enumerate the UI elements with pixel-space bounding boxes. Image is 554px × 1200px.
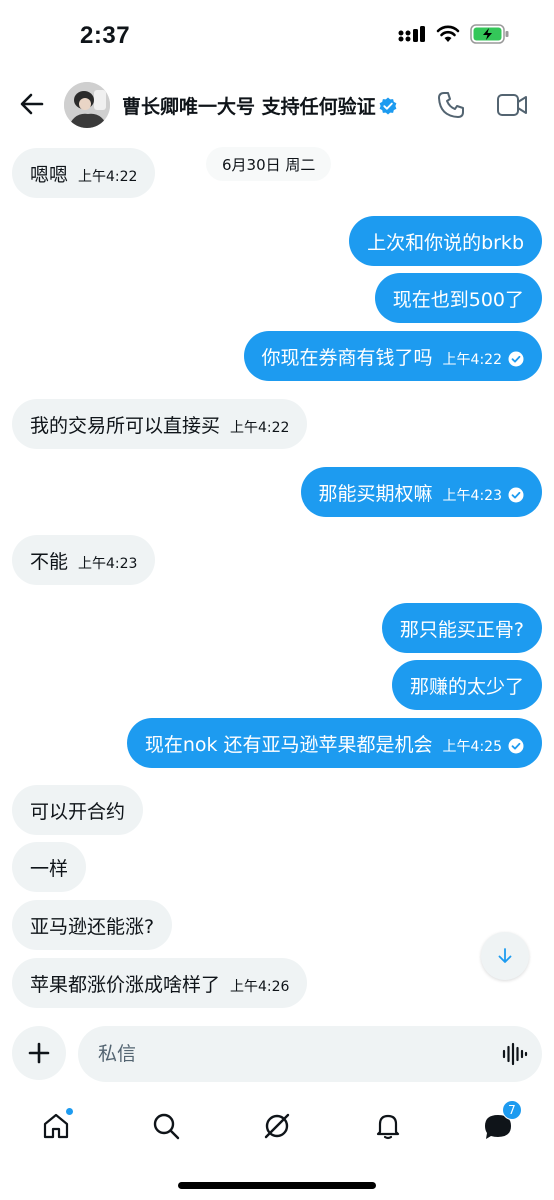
contact-avatar[interactable] [64,82,110,128]
message-bubble-outgoing[interactable]: 你现在券商有钱了吗 上午4:22 [243,331,542,381]
grok-icon [264,1113,290,1139]
messages-badge: 7 [502,1100,522,1120]
battery-charging-icon [470,24,509,44]
arrow-down-icon [498,948,512,963]
contact-name-row[interactable]: 曹长卿唯一大号 支持任何验证 [122,92,397,119]
message-bubble-incoming[interactable]: 我的交易所可以直接买 上午4:22 [12,399,308,449]
message-time: 上午4:22 [230,420,290,436]
message-text: 不能 [30,550,69,573]
message-bubble-outgoing[interactable]: 那能买期权嘛 上午4:23 [300,467,542,517]
message-bubble-incoming[interactable]: 亚马逊还能涨? [12,900,173,950]
avatar-photo-icon [64,82,110,128]
contact-name: 曹长卿唯一大号 支持任何验证 [122,96,376,118]
phone-icon [438,92,464,118]
back-button[interactable] [14,86,50,122]
message-time: 上午4:22 [442,352,502,368]
message-bubble-incoming[interactable]: 不能 上午4:23 [12,535,156,585]
waveform-icon [502,1042,528,1066]
message-time: 上午4:23 [78,556,138,572]
message-input[interactable] [98,1026,478,1082]
message-text: 你现在券商有钱了吗 [261,346,433,369]
plus-icon [28,1042,50,1064]
read-receipt-icon [508,487,524,503]
bottom-navigation: 7 [0,1098,554,1158]
search-icon [153,1113,180,1140]
verified-badge-icon [379,97,397,115]
status-time: 2:37 [80,22,131,49]
voice-call-button[interactable] [436,90,466,124]
voice-message-button[interactable] [502,1042,528,1070]
back-arrow-icon [20,93,44,115]
read-receipt-icon [508,351,524,367]
message-text: 我的交易所可以直接买 [30,414,221,437]
message-bubble-incoming[interactable]: 苹果都涨价涨成啥样了 上午4:26 [12,958,308,1008]
message-text: 现在也到500了 [392,288,524,311]
message-bubble-outgoing[interactable]: 那只能买正骨? [381,603,542,653]
nav-messages[interactable]: 7 [478,1100,522,1146]
video-camera-icon [497,94,527,116]
message-bubble-incoming[interactable]: 可以开合约 [12,785,144,835]
message-text: 那赚的太少了 [409,675,524,698]
message-text: 可以开合约 [30,800,126,823]
status-icons [398,24,510,44]
message-text: 嗯嗯 [30,163,69,186]
nav-home[interactable] [36,1106,76,1146]
read-receipt-icon [508,738,524,754]
message-bubble-incoming[interactable]: 一样 [12,842,87,892]
message-time: 上午4:23 [442,488,502,504]
bell-icon [376,1114,400,1140]
message-text: 上次和你说的brkb [367,231,524,254]
message-time: 上午4:25 [442,739,502,755]
message-text: 现在nok 还有亚马逊苹果都是机会 [144,733,433,756]
message-text: 苹果都涨价涨成啥样了 [30,973,221,996]
status-bar: 2:37 [0,0,554,78]
message-bubble-outgoing[interactable]: 现在也到500了 [374,273,542,323]
home-notification-dot [65,1107,74,1116]
cellular-signal-icon [398,26,425,42]
nav-search[interactable] [146,1106,186,1146]
conversation-header: 曹长卿唯一大号 支持任何验证 [0,78,554,136]
nav-grok[interactable] [257,1106,297,1146]
message-text: 那能买期权嘛 [318,482,433,505]
date-separator: 6月30日 周二 [206,147,332,181]
message-time: 上午4:26 [230,979,290,995]
scroll-to-bottom-button[interactable] [481,932,529,980]
message-bubble-outgoing[interactable]: 现在nok 还有亚马逊苹果都是机会 上午4:25 [126,718,542,768]
message-text: 一样 [30,857,69,880]
message-bubble-outgoing[interactable]: 那赚的太少了 [391,660,542,710]
message-text: 亚马逊还能涨? [30,915,155,938]
add-attachment-button[interactable] [12,1026,66,1080]
video-call-button[interactable] [496,92,528,122]
home-indicator [178,1182,376,1189]
message-bubble-outgoing[interactable]: 上次和你说的brkb [349,216,542,266]
nav-notifications[interactable] [368,1106,408,1146]
message-composer [78,1026,542,1082]
message-time: 上午4:22 [78,169,138,185]
message-text: 那只能买正骨? [399,618,524,641]
message-bubble-incoming[interactable]: 嗯嗯 上午4:22 [12,148,156,198]
wifi-icon [436,25,460,42]
